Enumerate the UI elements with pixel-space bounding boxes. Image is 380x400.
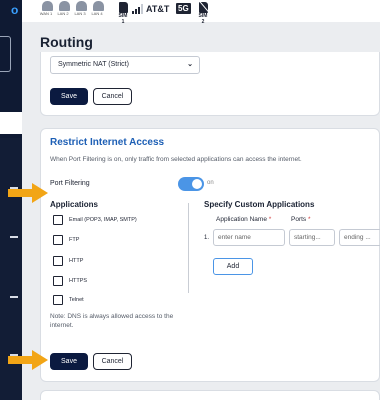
ethernet-icon	[58, 1, 70, 11]
pointer-arrow-icon	[8, 350, 48, 370]
applications-heading: Applications	[50, 200, 99, 209]
logo-fragment: o	[11, 3, 19, 17]
signal-strength-icon	[132, 4, 144, 14]
sidebar-active-item[interactable]	[0, 112, 22, 134]
section-title: Restrict Internet Access	[50, 137, 165, 148]
ethernet-icon	[92, 1, 104, 11]
next-settings-card	[40, 390, 380, 400]
application-name-input[interactable]: enter name	[213, 229, 285, 246]
port-filtering-toggle[interactable]	[178, 177, 204, 191]
sim2-status: SIM 2	[197, 0, 209, 25]
carrier-name: AT&T	[146, 4, 170, 14]
checkbox[interactable]	[53, 295, 63, 305]
sidebar-icon[interactable]	[10, 296, 18, 298]
sidebar-menu-button[interactable]	[0, 36, 11, 72]
custom-applications-heading: Specify Custom Applications	[204, 200, 315, 209]
section-description: When Port Filtering is on, only traffic …	[50, 156, 302, 163]
save-button[interactable]: Save	[50, 353, 88, 370]
pointer-arrow-icon	[8, 183, 48, 203]
starting-port-input[interactable]: starting...	[289, 229, 335, 246]
toggle-state-text: on	[207, 180, 214, 186]
sidebar-icon[interactable]	[10, 236, 18, 238]
cancel-button[interactable]: Cancel	[93, 353, 132, 370]
ethernet-icon	[41, 1, 53, 11]
chevron-down-icon: ⌄	[187, 61, 193, 68]
network-type-badge: 5G	[176, 3, 191, 14]
checkbox[interactable]	[53, 215, 63, 225]
nat-save-button[interactable]: Save	[50, 88, 88, 105]
ending-port-input[interactable]: ending ...	[339, 229, 380, 246]
port-filtering-label: Port Filtering	[50, 180, 90, 187]
sim-card-disabled-icon	[198, 0, 209, 13]
lan-port-status: WAN 1	[40, 1, 53, 16]
add-application-button[interactable]: Add	[213, 258, 253, 275]
page-title: Routing	[40, 34, 93, 50]
ports-label: Ports *	[291, 216, 311, 223]
lan-port-status: LAN 3	[74, 1, 87, 16]
sim1-status: SIM 1	[117, 2, 129, 25]
nat-cancel-button[interactable]: Cancel	[93, 88, 132, 105]
nat-settings-card: Symmetric NAT (Strict) ⌄ Save Cancel	[40, 52, 380, 116]
lan-port-status: LAN 4	[91, 1, 104, 16]
column-divider	[188, 203, 189, 293]
ethernet-icon	[75, 1, 87, 11]
status-bar: WAN 1 LAN 2 LAN 3 LAN 4 SIM 1 AT&T 5G SI…	[22, 0, 380, 25]
checkbox[interactable]	[53, 256, 63, 266]
row-number: 1.	[204, 235, 210, 241]
nat-type-select[interactable]: Symmetric NAT (Strict) ⌄	[50, 56, 200, 74]
lan-port-status: LAN 2	[57, 1, 70, 16]
toggle-knob	[192, 179, 202, 189]
sim-card-icon	[118, 2, 128, 13]
checkbox[interactable]	[53, 235, 63, 245]
restrict-internet-access-card: Restrict Internet Access When Port Filte…	[40, 128, 380, 382]
dns-note: Note: DNS is always allowed access to th…	[50, 313, 174, 329]
application-name-label: Application Name *	[216, 216, 272, 223]
checkbox[interactable]	[53, 276, 63, 286]
